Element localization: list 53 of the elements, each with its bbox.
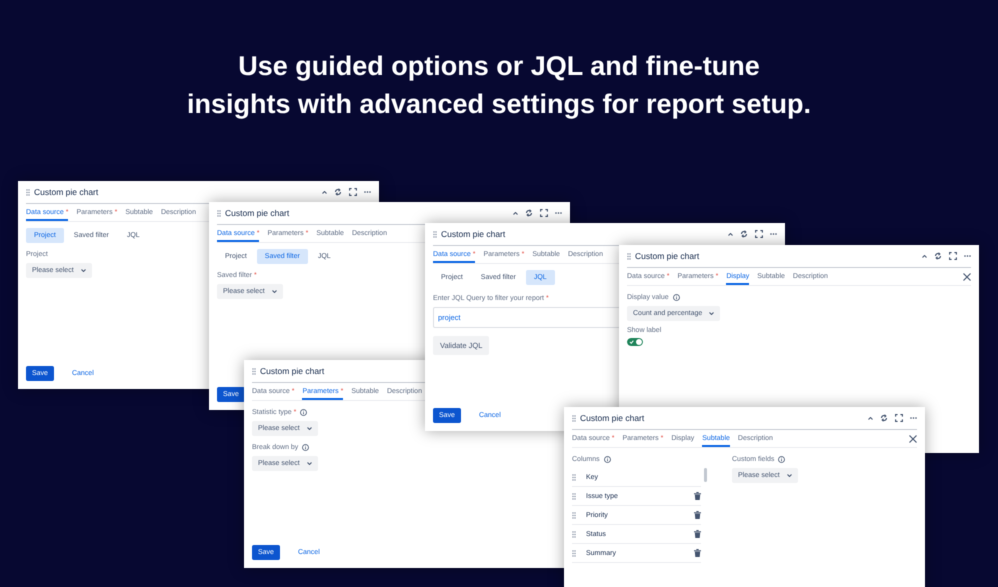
window-title: Custom pie chart xyxy=(260,366,326,376)
fullscreen-icon[interactable] xyxy=(349,188,357,196)
info-icon xyxy=(604,456,611,463)
scrollbar-thumb[interactable] xyxy=(704,468,707,482)
chevron-down-icon xyxy=(709,312,714,315)
fullscreen-icon[interactable] xyxy=(755,230,763,238)
close-icon[interactable] xyxy=(963,272,971,280)
window-title: Custom pie chart xyxy=(580,413,646,423)
drag-handle-icon[interactable] xyxy=(26,188,30,196)
fullscreen-icon[interactable] xyxy=(540,209,548,217)
drag-handle-icon[interactable] xyxy=(252,368,256,374)
refresh-icon[interactable] xyxy=(880,414,888,422)
drag-handle-icon[interactable] xyxy=(572,530,576,538)
caret-up-icon[interactable] xyxy=(513,212,518,214)
drag-handle-icon[interactable] xyxy=(572,414,576,422)
fullscreen-icon[interactable] xyxy=(949,252,957,260)
fullscreen-icon[interactable] xyxy=(895,414,903,422)
trash-icon[interactable] xyxy=(694,492,701,500)
caret-up-icon[interactable] xyxy=(728,232,733,236)
toggle-switch[interactable] xyxy=(627,338,643,346)
info-icon xyxy=(778,456,786,463)
chevron-down-icon xyxy=(306,427,312,430)
chevron-down-icon xyxy=(306,462,312,465)
window-title: Custom pie chart xyxy=(34,187,100,197)
info-icon xyxy=(302,444,310,451)
headline: insights with advanced settings for report setup. xyxy=(186,88,812,121)
chevron-down-icon xyxy=(786,474,792,477)
refresh-icon[interactable] xyxy=(934,252,942,260)
info-icon xyxy=(672,294,680,301)
drag-handle-icon[interactable] xyxy=(572,550,576,556)
trash-icon[interactable] xyxy=(694,549,701,557)
refresh-icon[interactable] xyxy=(334,188,342,196)
window-title: Custom pie chart xyxy=(635,251,700,261)
drag-handle-icon[interactable] xyxy=(433,230,437,238)
close-icon[interactable] xyxy=(909,434,917,442)
chevron-down-icon xyxy=(272,290,277,293)
window-title: Custom pie chart xyxy=(441,229,506,239)
trash-icon[interactable] xyxy=(694,530,701,538)
drag-handle-icon[interactable] xyxy=(627,252,631,260)
window-title: Custom pie chart xyxy=(225,208,290,218)
drag-handle-icon[interactable] xyxy=(572,492,576,500)
info-icon xyxy=(300,409,308,416)
chevron-down-icon xyxy=(80,269,86,272)
caret-up-icon[interactable] xyxy=(322,190,327,194)
refresh-icon[interactable] xyxy=(525,209,533,217)
refresh-icon[interactable] xyxy=(740,230,748,238)
caret-up-icon[interactable] xyxy=(868,416,873,420)
caret-up-icon[interactable] xyxy=(922,254,927,258)
drag-handle-icon[interactable] xyxy=(572,474,576,480)
trash-icon[interactable] xyxy=(694,511,701,519)
drag-handle-icon[interactable] xyxy=(217,210,221,216)
drag-handle-icon[interactable] xyxy=(572,512,576,518)
headline: Use guided options or JQL and fine-tune xyxy=(238,50,760,83)
